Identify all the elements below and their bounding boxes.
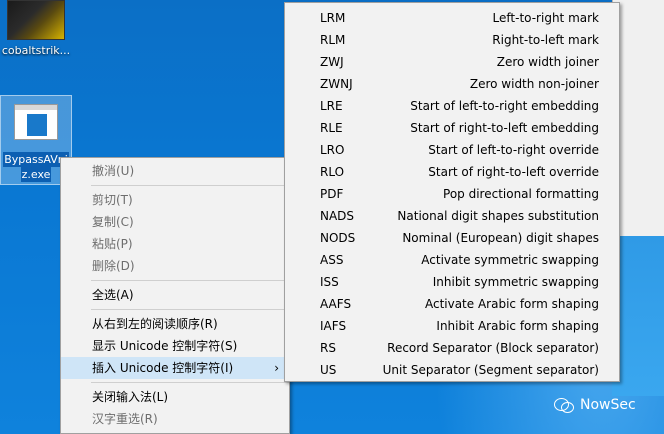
menu-item-delete[interactable]: 删除(D)	[61, 255, 289, 277]
submenu-item-nads[interactable]: NADS National digit shapes substitution	[285, 205, 619, 227]
menu-separator	[91, 382, 289, 383]
submenu-item-ass[interactable]: ASS Activate symmetric swapping	[285, 249, 619, 271]
control-description: Start of left-to-right embedding	[410, 99, 599, 113]
submenu-item-rle[interactable]: RLE Start of right-to-left embedding	[285, 117, 619, 139]
control-description: Record Separator (Block separator)	[387, 341, 599, 355]
control-code: LRM	[320, 11, 346, 25]
control-description: Right-to-left mark	[492, 33, 599, 47]
control-description: National digit shapes substitution	[397, 209, 599, 223]
menu-separator	[91, 280, 289, 281]
submenu-item-rlm[interactable]: RLM Right-to-left mark	[285, 29, 619, 51]
menu-item-cut[interactable]: 剪切(T)	[61, 189, 289, 211]
submenu-item-rlo[interactable]: RLO Start of right-to-left override	[285, 161, 619, 183]
chevron-right-icon: ›	[274, 361, 279, 375]
control-description: Inhibit symmetric swapping	[432, 275, 599, 289]
submenu-item-us[interactable]: US Unit Separator (Segment separator)	[285, 359, 619, 381]
unicode-submenu: LRM Left-to-right mark RLM Right-to-left m…	[284, 2, 620, 382]
submenu-item-aafs[interactable]: AAFS Activate Arabic form shaping	[285, 293, 619, 315]
submenu-item-lrm[interactable]: LRM Left-to-right mark	[285, 7, 619, 29]
submenu-item-pdf[interactable]: PDF Pop directional formatting	[285, 183, 619, 205]
menu-item-rtl-reading[interactable]: 从右到左的阅读顺序(R)	[61, 313, 289, 335]
control-code: RS	[320, 341, 336, 355]
submenu-item-iss[interactable]: ISS Inhibit symmetric swapping	[285, 271, 619, 293]
menu-item-paste[interactable]: 粘贴(P)	[61, 233, 289, 255]
watermark: NowSec	[554, 397, 636, 413]
control-description: Zero width non-joiner	[469, 77, 599, 91]
control-code: NODS	[320, 231, 356, 245]
menu-item-undo[interactable]: 撤消(U)	[61, 160, 289, 182]
cobaltstrike-icon	[7, 0, 65, 40]
desktop-icon-label: cobaltstrik...	[1, 44, 71, 57]
watermark-text: NowSec	[580, 397, 636, 413]
desktop-icon-cobaltstrike[interactable]: cobaltstrik...	[0, 0, 72, 57]
submenu-item-zwj[interactable]: ZWJ Zero width joiner	[285, 51, 619, 73]
control-code: US	[320, 363, 337, 377]
menu-item-close-ime[interactable]: 关闭输入法(L)	[61, 386, 289, 408]
control-description: Start of right-to-left embedding	[410, 121, 599, 135]
control-code: LRO	[320, 143, 345, 157]
submenu-item-lre[interactable]: LRE Start of left-to-right embedding	[285, 95, 619, 117]
control-description: Activate symmetric swapping	[421, 253, 599, 267]
submenu-item-iafs[interactable]: IAFS Inhibit Arabic form shaping	[285, 315, 619, 337]
menu-item-show-unicode[interactable]: 显示 Unicode 控制字符(S)	[61, 335, 289, 357]
control-code: ASS	[320, 253, 344, 267]
menu-item-insert-unicode[interactable]: 插入 Unicode 控制字符(I) ›	[61, 357, 289, 379]
submenu-item-zwnj[interactable]: ZWNJ Zero width non-joiner	[285, 73, 619, 95]
control-description: Start of right-to-left override	[428, 165, 599, 179]
label-line-1: BypassAVni	[3, 152, 69, 167]
control-description: Left-to-right mark	[492, 11, 599, 25]
control-description: Inhibit Arabic form shaping	[436, 319, 599, 333]
control-code: AAFS	[320, 297, 352, 311]
control-code: RLE	[320, 121, 343, 135]
wechat-icon	[554, 397, 574, 413]
control-description: Start of left-to-right override	[428, 143, 599, 157]
control-code: LRE	[320, 99, 343, 113]
control-code: IAFS	[320, 319, 347, 333]
control-code: RLO	[320, 165, 345, 179]
executable-icon	[14, 104, 58, 140]
menu-item-select-all[interactable]: 全选(A)	[61, 284, 289, 306]
menu-item-reconvert[interactable]: 汉字重选(R)	[61, 408, 289, 430]
control-description: Unit Separator (Segment separator)	[382, 363, 599, 377]
submenu-item-rs[interactable]: RS Record Separator (Block separator)	[285, 337, 619, 359]
submenu-item-lro[interactable]: LRO Start of left-to-right override	[285, 139, 619, 161]
control-description: Activate Arabic form shaping	[424, 297, 599, 311]
control-code: PDF	[320, 187, 344, 201]
control-description: Zero width joiner	[496, 55, 599, 69]
control-code: NADS	[320, 209, 355, 223]
submenu-item-nods[interactable]: NODS Nominal (European) digit shapes	[285, 227, 619, 249]
control-code: ISS	[320, 275, 339, 289]
context-menu: 撤消(U) 剪切(T) 复制(C) 粘贴(P) 删除(D) 全选(A) 从右到左…	[60, 157, 290, 434]
control-code: RLM	[320, 33, 346, 47]
menu-item-copy[interactable]: 复制(C)	[61, 211, 289, 233]
menu-separator	[91, 185, 289, 186]
menu-item-label: 插入 Unicode 控制字符(I)	[92, 361, 234, 375]
control-code: ZWNJ	[320, 77, 353, 91]
control-description: Nominal (European) digit shapes	[402, 231, 599, 245]
label-line-2: z.exe	[20, 167, 52, 182]
control-description: Pop directional formatting	[443, 187, 599, 201]
menu-separator	[91, 309, 289, 310]
control-code: ZWJ	[320, 55, 344, 69]
